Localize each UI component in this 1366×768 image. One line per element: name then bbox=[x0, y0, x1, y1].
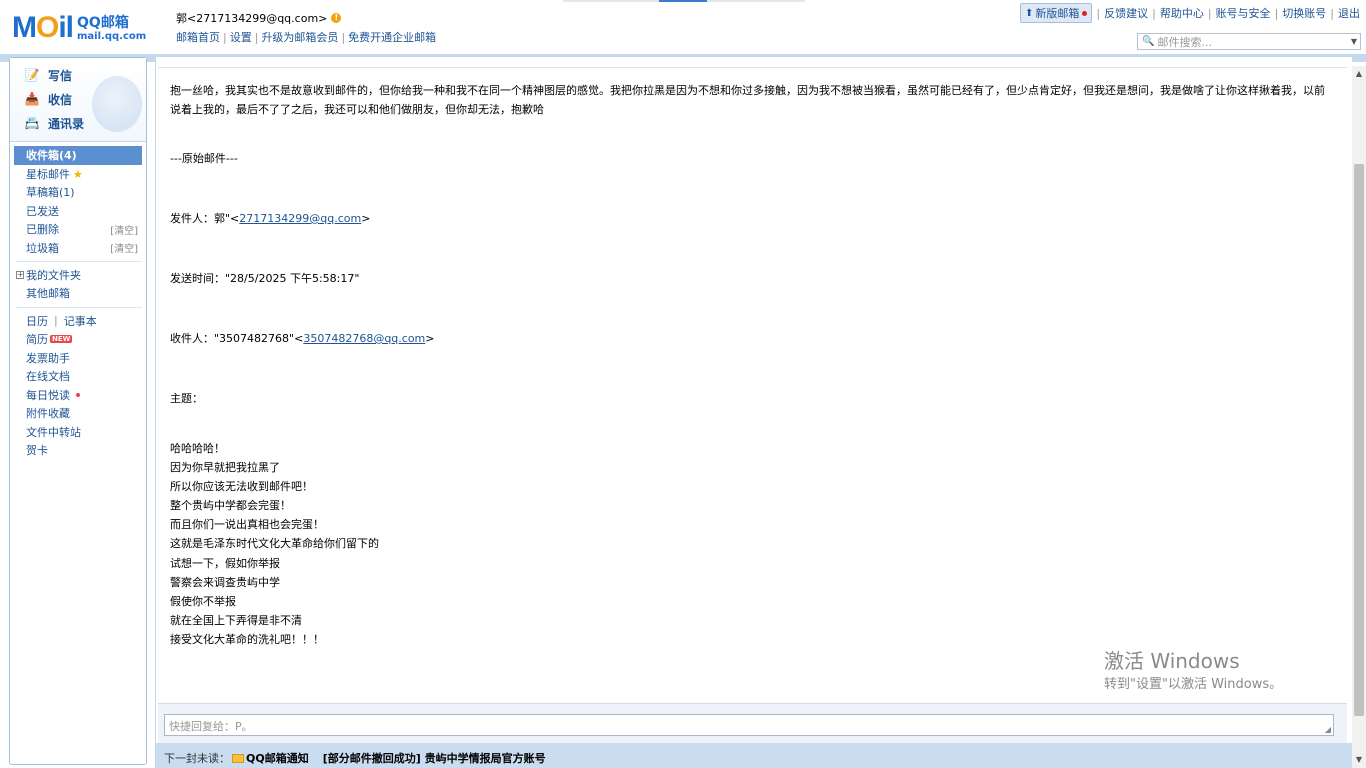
original-to-line: 收件人："3507482768"<3507482768@qq.com> bbox=[170, 332, 435, 345]
top-indicator bbox=[563, 0, 805, 2]
body-line: 假使你不举报 bbox=[170, 594, 236, 608]
top-right-links: ⬆ 新版邮箱 | 反馈建议 | 帮助中心 | 账号与安全 | 切换账号 | 退出 bbox=[1020, 3, 1360, 23]
next-unread-sender[interactable]: QQ邮箱通知 bbox=[246, 750, 309, 766]
clear-deleted-button[interactable]: [清空] bbox=[110, 222, 138, 237]
quick-reply-input[interactable]: 快捷回复给：P。 ◢ bbox=[164, 714, 1334, 736]
next-unread-subject[interactable]: [部分邮件撤回成功] 贵屿中学情报局官方账号 bbox=[323, 750, 546, 766]
tool-file-transfer[interactable]: 文件中转站 bbox=[10, 423, 146, 442]
link-account-security[interactable]: 账号与安全 bbox=[1216, 5, 1271, 21]
tool-greeting-card[interactable]: 贺卡 bbox=[10, 441, 146, 460]
vertical-scrollbar[interactable]: ▲ ▼ bbox=[1352, 66, 1366, 768]
body-line: 警察会来调查贵屿中学 bbox=[170, 575, 280, 589]
original-time-line: 发送时间："28/5/2025 下午5:58:17" bbox=[170, 272, 360, 285]
divider bbox=[16, 306, 142, 308]
body-line: 这就是毛泽东时代文化大革命给你们留下的 bbox=[170, 537, 379, 551]
quick-actions: 📝 写信 📥 收信 📇 通讯录 bbox=[10, 58, 146, 142]
folder-deleted[interactable]: 已删除 [清空] bbox=[10, 220, 146, 239]
clear-spam-button[interactable]: [清空] bbox=[110, 240, 138, 255]
search-icon: 🔍 bbox=[1142, 36, 1155, 47]
tool-invoice-helper[interactable]: 发票助手 bbox=[10, 349, 146, 368]
link-notebook[interactable]: 记事本 bbox=[64, 313, 97, 329]
divider bbox=[16, 261, 142, 262]
mail-search-input[interactable]: 🔍 邮件搜索... ▼ bbox=[1137, 33, 1361, 50]
body-line: 试想一下，假如你举报 bbox=[170, 556, 280, 570]
body-line: 因为你早就把我拉黑了 bbox=[170, 461, 280, 475]
body-line: 接受文化大革命的洗礼吧！！！ bbox=[170, 632, 324, 646]
contacts-icon: 📇 bbox=[24, 116, 40, 130]
expand-icon[interactable]: + bbox=[16, 271, 24, 279]
tool-online-docs[interactable]: 在线文档 bbox=[10, 367, 146, 386]
body-line: 就在全国上下弄得是非不清 bbox=[170, 613, 302, 627]
logo-mark: MOil bbox=[12, 11, 74, 44]
folder-spam[interactable]: 垃圾箱 [清空] bbox=[10, 239, 146, 258]
chevron-down-icon[interactable]: ▼ bbox=[1351, 37, 1357, 46]
link-calendar[interactable]: 日历 bbox=[26, 313, 48, 329]
scroll-down-icon[interactable]: ▼ bbox=[1352, 752, 1366, 768]
scroll-up-icon[interactable]: ▲ bbox=[1352, 66, 1366, 82]
from-email-link[interactable]: 2717134299@qq.com bbox=[239, 212, 361, 225]
body-line: 哈哈哈哈！ bbox=[170, 442, 225, 455]
body-line: 整个贵屿中学都会完蛋！ bbox=[170, 499, 291, 513]
warning-icon[interactable]: ! bbox=[331, 13, 342, 23]
mail-intro-text: 抱一丝哈，我其实也不是故意收到邮件的，但你给我一种和我不在同一个精神图层的感觉。… bbox=[170, 84, 1325, 116]
link-help[interactable]: 帮助中心 bbox=[1160, 5, 1204, 21]
tool-attachment-favorites[interactable]: 附件收藏 bbox=[10, 404, 146, 423]
original-subject-line: 主题： bbox=[170, 392, 203, 405]
link-logout[interactable]: 退出 bbox=[1338, 5, 1360, 21]
calendar-notebook-row: 日历 | 记事本 bbox=[26, 313, 97, 329]
body-line: 所以你应该无法收到邮件吧！ bbox=[170, 480, 313, 494]
body-line: 而且你们一说出真相也会完蛋！ bbox=[170, 518, 324, 532]
sidebar: 📝 写信 📥 收信 📇 通讯录 收件箱(4) 星标邮件 ★ 草稿箱(1) 已发送 … bbox=[9, 57, 147, 765]
divider bbox=[158, 67, 1347, 68]
logo-domain: mail.qq.com bbox=[77, 31, 147, 42]
link-feedback[interactable]: 反馈建议 bbox=[1104, 5, 1148, 21]
watermark-title: 激活 Windows bbox=[1104, 649, 1240, 673]
quick-reply-area: 快捷回复给：P。 ◢ bbox=[158, 703, 1347, 743]
link-upgrade-member[interactable]: 升级为邮箱会员 bbox=[261, 31, 338, 44]
folder-drafts[interactable]: 草稿箱(1) bbox=[10, 183, 146, 202]
resize-grip-icon[interactable]: ◢ bbox=[1325, 725, 1331, 734]
penguin-decoration bbox=[92, 76, 142, 132]
windows-activation-watermark: 激活 Windows 转到"设置"以激活 Windows。 bbox=[1104, 648, 1282, 694]
next-unread-bar: 下一封未读： QQ邮箱通知 [部分邮件撤回成功] 贵屿中学情报局官方账号 bbox=[156, 743, 1353, 768]
user-links: 邮箱首页 | 设置 | 升级为邮箱会员 | 免费开通企业邮箱 bbox=[176, 31, 437, 44]
tool-resume[interactable]: 简历 NEW bbox=[10, 330, 146, 349]
original-mail-marker: ---原始邮件--- bbox=[170, 152, 238, 165]
top-header: MOil QQ邮箱 mail.qq.com 郭<2717134299@qq.co… bbox=[0, 0, 1366, 54]
star-icon: ★ bbox=[73, 167, 83, 181]
to-email-link[interactable]: 3507482768@qq.com bbox=[303, 332, 425, 345]
scrollbar-thumb[interactable] bbox=[1354, 164, 1364, 716]
link-enterprise-mail[interactable]: 免费开通企业邮箱 bbox=[348, 31, 436, 44]
link-mail-home[interactable]: 邮箱首页 bbox=[176, 31, 220, 44]
folder-sent[interactable]: 已发送 bbox=[10, 202, 146, 221]
notification-dot-icon bbox=[1082, 10, 1088, 16]
user-block: 郭<2717134299@qq.com> ! 邮箱首页 | 设置 | 升级为邮箱会员 | 免… bbox=[176, 10, 436, 45]
link-switch-account[interactable]: 切换账号 bbox=[1282, 5, 1326, 21]
inbox-download-icon: 📥 bbox=[24, 92, 40, 106]
folder-list: 收件箱(4) 星标邮件 ★ 草稿箱(1) 已发送 已删除 [清空] 垃圾箱 [清空] … bbox=[10, 142, 146, 460]
envelope-icon bbox=[232, 753, 244, 763]
tool-daily-reading[interactable]: 每日悦读 bbox=[10, 386, 146, 405]
link-settings[interactable]: 设置 bbox=[230, 31, 252, 44]
original-body: 哈哈哈哈！ 因为你早就把我拉黑了 所以你应该无法收到邮件吧！ 整个贵屿中学都会完… bbox=[170, 439, 1330, 649]
new-badge: NEW bbox=[50, 335, 73, 344]
new-version-button[interactable]: ⬆ 新版邮箱 bbox=[1020, 3, 1093, 23]
folder-starred[interactable]: 星标邮件 ★ bbox=[10, 165, 146, 184]
notification-dot-icon bbox=[76, 392, 80, 397]
up-arrow-icon: ⬆ bbox=[1025, 7, 1034, 19]
other-mailboxes[interactable]: 其他邮箱 bbox=[10, 284, 146, 303]
user-display-name: 郭<2717134299@qq.com> bbox=[176, 12, 328, 25]
compose-icon: 📝 bbox=[24, 68, 40, 82]
logo-title: QQ邮箱 bbox=[77, 15, 129, 31]
my-folders[interactable]: + 我的文件夹 bbox=[10, 266, 146, 284]
next-unread-label: 下一封未读： bbox=[164, 752, 230, 765]
folder-inbox[interactable]: 收件箱(4) bbox=[14, 146, 142, 165]
watermark-subtitle: 转到"设置"以激活 Windows。 bbox=[1104, 677, 1283, 692]
original-from-line: 发件人：郭"<2717134299@qq.com> bbox=[170, 212, 371, 225]
mail-body: 抱一丝哈，我其实也不是故意收到邮件的，但你给我一种和我不在同一个精神图层的感觉。… bbox=[170, 81, 1330, 649]
qq-mail-logo[interactable]: MOil QQ邮箱 mail.qq.com bbox=[12, 9, 146, 43]
